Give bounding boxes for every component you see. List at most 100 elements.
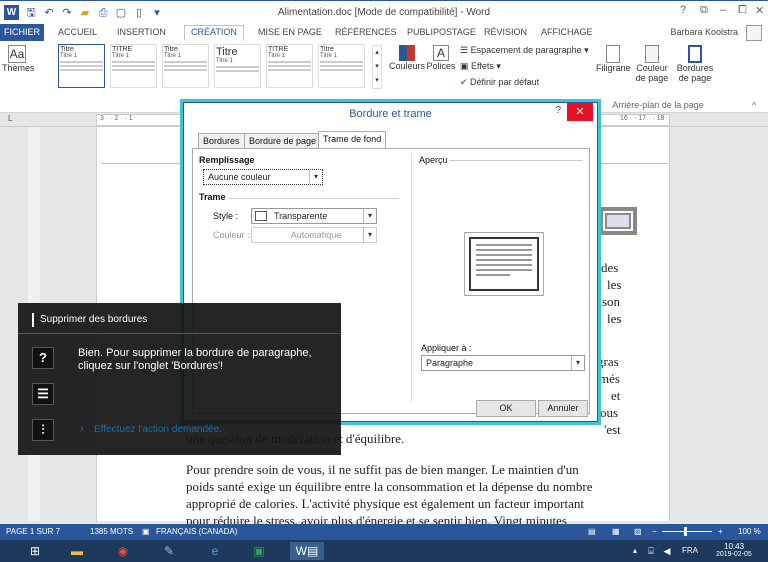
thumb-sub: Titre 1 xyxy=(112,53,129,59)
clock-date[interactable]: 2019-02-05 xyxy=(716,551,752,558)
zoom-slider-handle[interactable] xyxy=(684,527,687,536)
tab-trame-de-fond[interactable]: Trame de fond xyxy=(318,131,387,149)
tab-insertion[interactable]: INSERTION xyxy=(117,26,166,39)
file-explorer-icon[interactable]: ▬ xyxy=(68,542,86,560)
tab-bordures[interactable]: Bordures xyxy=(198,133,245,149)
dialog-title: Bordure et trame xyxy=(184,103,597,125)
tab-bordure-de-page[interactable]: Bordure de page xyxy=(244,133,322,149)
web-layout-icon[interactable]: ▧ xyxy=(634,527,642,536)
word-count[interactable]: 1385 MOTS xyxy=(90,527,133,536)
doc-fragment: son xyxy=(602,294,621,309)
help-button[interactable]: ? xyxy=(680,4,686,16)
chrome-icon[interactable]: ◉ xyxy=(114,542,132,560)
couleur-select[interactable]: Automatique ▾ xyxy=(251,227,377,243)
print-layout-icon[interactable]: ▦ xyxy=(612,527,620,536)
tab-accueil[interactable]: ACCUEIL xyxy=(58,26,97,39)
style-select[interactable]: Transparente ▾ xyxy=(251,208,377,224)
gallery-more-icon[interactable]: ▴ ▾ ▾ xyxy=(372,45,382,89)
read-mode-icon[interactable]: ▤ xyxy=(588,527,596,536)
bordures-page-button[interactable]: Bordures de page xyxy=(676,45,714,83)
polices-button[interactable]: A Polices xyxy=(426,45,456,71)
style-thumb-3[interactable]: Titre Titre 1 xyxy=(162,44,209,88)
style-thumb-4[interactable]: Titre Titre 1 xyxy=(214,44,261,88)
word-taskbar-icon[interactable]: W▤ xyxy=(290,542,324,560)
appliquer-select[interactable]: Paragraphe ▾ xyxy=(421,355,585,371)
ribbon-display-button[interactable]: ⧉ xyxy=(700,4,708,17)
collapse-ribbon-icon[interactable]: ^ xyxy=(752,100,756,110)
dialog-close-button[interactable]: ✕ xyxy=(567,103,593,121)
remplissage-heading: Remplissage xyxy=(199,155,255,165)
doc-line: Pour prendre soin de vous, il ne suffit … xyxy=(186,462,579,477)
language-status[interactable]: FRANÇAIS (CANADA) xyxy=(156,527,237,536)
close-window-button[interactable]: ✕ xyxy=(755,4,764,17)
filigrane-label: Filigrane xyxy=(596,63,631,73)
themes-button[interactable]: Aa Thèmes xyxy=(2,45,35,73)
chevron-right-icon: › xyxy=(80,423,84,435)
volume-icon[interactable]: ◀ xyxy=(658,542,676,560)
tab-references[interactable]: RÉFÉRENCES xyxy=(335,26,397,39)
bordures-page-label: Bordures de page xyxy=(676,63,714,83)
doc-fragment: ous xyxy=(600,405,619,420)
colors-icon xyxy=(399,45,415,61)
proofing-icon[interactable]: ▣ xyxy=(142,527,150,536)
maximize-button[interactable]: ⧠ xyxy=(738,4,747,17)
tab-creation[interactable]: CRÉATION xyxy=(184,25,244,41)
filigrane-button[interactable]: Filigrane xyxy=(596,45,631,73)
definir-label: Définir par défaut xyxy=(470,77,540,87)
effets-button[interactable]: ▣ Effets ▾ xyxy=(460,61,501,72)
zoom-level[interactable]: 100 % xyxy=(738,527,761,536)
doc-fragment: més xyxy=(599,371,620,386)
annuler-button[interactable]: Annuler xyxy=(538,400,588,417)
help-question-icon[interactable]: ? xyxy=(32,347,54,369)
zoom-slider[interactable] xyxy=(662,531,712,532)
tab-revision[interactable]: RÉVISION xyxy=(484,26,527,39)
espacement-button[interactable]: ☰ Espacement de paragraphe ▾ xyxy=(460,45,589,56)
watermark-icon xyxy=(606,45,620,63)
themes-icon: Aa xyxy=(8,45,26,63)
page-color-icon xyxy=(645,45,659,63)
style-thumb-1[interactable]: Titre Titre 1 xyxy=(58,44,105,88)
paint-icon[interactable]: ✎ xyxy=(160,542,178,560)
user-name[interactable]: Barbara Koolstra xyxy=(670,27,738,37)
minimize-button[interactable]: – xyxy=(720,4,726,16)
zoom-in-icon[interactable]: + xyxy=(718,527,723,536)
thumb-title: TITRE xyxy=(112,46,133,53)
chevron-down-icon: ▾ xyxy=(363,228,376,242)
definir-par-defaut-button[interactable]: ✔ Définir par défaut xyxy=(460,77,539,88)
input-language[interactable]: FRA xyxy=(682,546,698,555)
list-icon[interactable]: ☰ xyxy=(32,383,54,405)
settings-sliders-icon[interactable]: ⫶ xyxy=(32,419,54,441)
style-thumb-5[interactable]: TITRE Titre 1 xyxy=(266,44,313,88)
windows-start-icon[interactable]: ⊞ xyxy=(26,542,44,560)
style-value: Transparente xyxy=(274,211,328,221)
tab-fichier[interactable]: FICHIER xyxy=(0,24,44,41)
doc-fragment: les xyxy=(607,277,622,292)
couleur-page-button[interactable]: Couleur de page xyxy=(632,45,672,83)
thumb-title: TITRE xyxy=(268,46,289,53)
tip-action-link[interactable]: Effectuez l'action demandée. xyxy=(94,424,222,435)
page-count[interactable]: PAGE 1 SUR 7 xyxy=(6,527,60,536)
remplissage-select[interactable]: Aucune couleur ▾ xyxy=(203,169,323,185)
style-thumb-2[interactable]: TITRE Titre 1 xyxy=(110,44,157,88)
dialog-help-button[interactable]: ? xyxy=(555,105,561,116)
page-borders-icon xyxy=(688,45,702,63)
thumb-sub: Titre 1 xyxy=(216,58,233,64)
tab-publipostage[interactable]: PUBLIPOSTAGE xyxy=(407,26,476,39)
couleurs-button[interactable]: Couleurs xyxy=(389,45,425,71)
doc-line: poids santé exige un équilibre entre la … xyxy=(186,479,593,494)
ok-button[interactable]: OK xyxy=(476,400,536,417)
avatar[interactable] xyxy=(746,25,762,41)
couleurs-label: Couleurs xyxy=(389,61,426,71)
paragraph-spacing-icon: ☰ xyxy=(460,45,471,55)
zoom-out-icon[interactable]: − xyxy=(652,527,657,536)
style-thumb-6[interactable]: Titre Titre 1 xyxy=(318,44,365,88)
tab-affichage[interactable]: AFFICHAGE xyxy=(541,26,593,39)
tab-mise-en-page[interactable]: MISE EN PAGE xyxy=(258,26,322,39)
clock-time[interactable]: 10:43 xyxy=(724,542,744,551)
doc-fragment: et xyxy=(611,388,621,403)
appliquer-label: Appliquer à : xyxy=(421,343,472,353)
store-icon[interactable]: ▣ xyxy=(250,542,268,560)
espacement-label: Espacement de paragraphe xyxy=(470,45,582,55)
tab-stop-selector-icon[interactable]: L xyxy=(8,114,12,123)
internet-explorer-icon[interactable]: e xyxy=(206,542,224,560)
